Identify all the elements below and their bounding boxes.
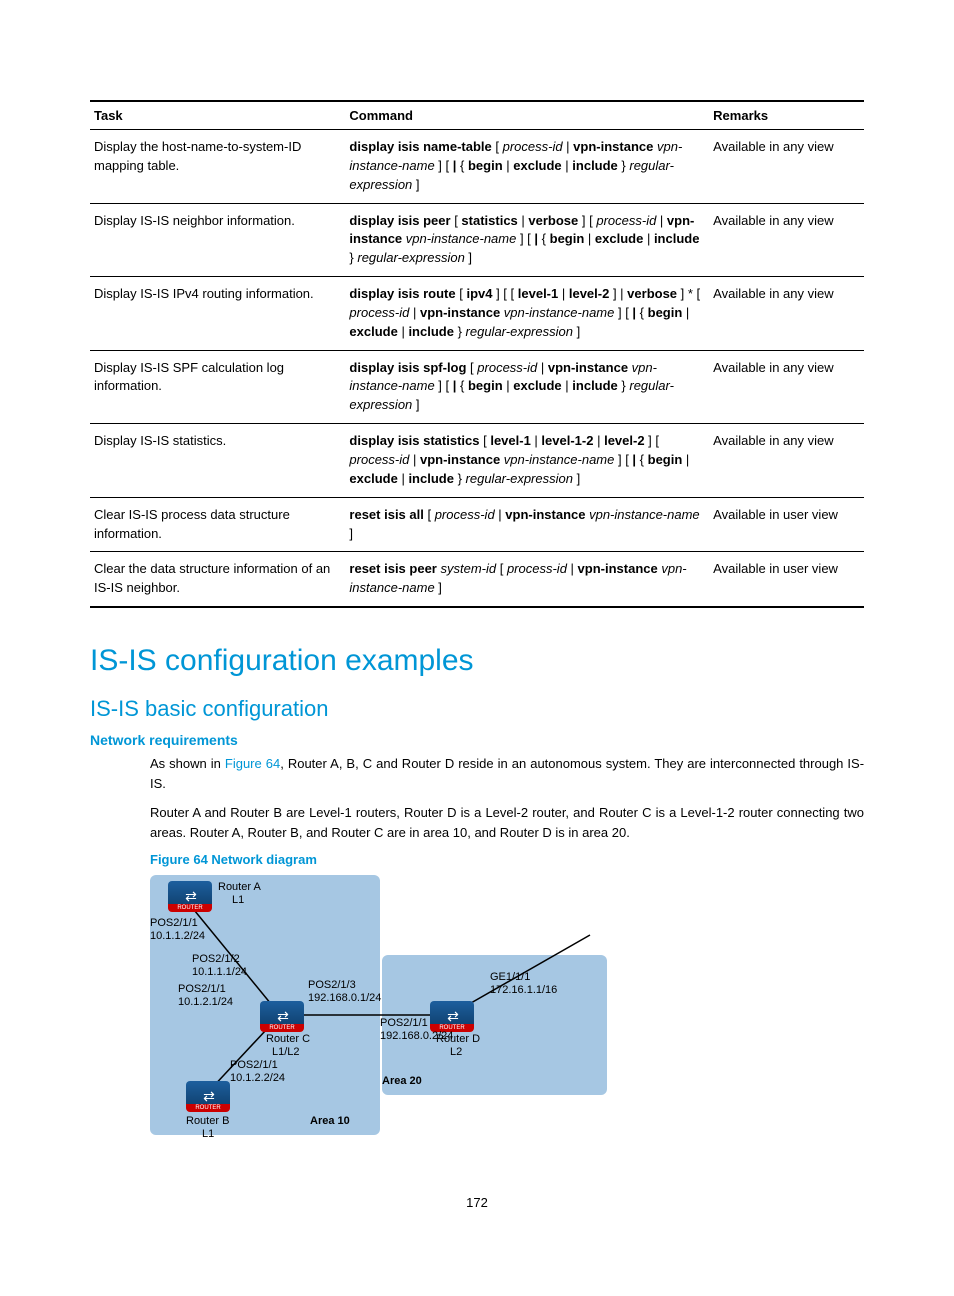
cell-command: display isis statistics [ level-1 | leve… bbox=[345, 424, 709, 498]
th-task: Task bbox=[90, 101, 345, 130]
cell-remarks: Available in user view bbox=[709, 497, 864, 552]
area20-label: Area 20 bbox=[382, 1075, 422, 1088]
command-table: Task Command Remarks Display the host-na… bbox=[90, 100, 864, 608]
if-c2: POS2/1/110.1.2.1/24 bbox=[178, 983, 233, 1008]
cell-remarks: Available in user view bbox=[709, 552, 864, 607]
th-remarks: Remarks bbox=[709, 101, 864, 130]
table-header-row: Task Command Remarks bbox=[90, 101, 864, 130]
router-b-icon: ⇄ROUTER bbox=[186, 1081, 230, 1111]
cell-remarks: Available in any view bbox=[709, 350, 864, 424]
cell-remarks: Available in any view bbox=[709, 130, 864, 204]
if-c3: POS2/1/3192.168.0.1/24 bbox=[308, 979, 381, 1004]
paragraph: Router A and Router B are Level-1 router… bbox=[150, 803, 864, 842]
cell-task: Display IS-IS statistics. bbox=[90, 424, 345, 498]
if-b: POS2/1/110.1.2.2/24 bbox=[230, 1059, 285, 1084]
router-c-label: Router CL1/L2 bbox=[266, 1033, 310, 1058]
page-number: 172 bbox=[90, 1195, 864, 1210]
router-d-label: Router DL2 bbox=[436, 1033, 480, 1058]
router-b-label: Router BL1 bbox=[186, 1115, 229, 1140]
table-row: Display IS-IS neighbor information.displ… bbox=[90, 203, 864, 277]
section-heading: IS-IS configuration examples bbox=[90, 644, 864, 678]
figure-link[interactable]: Figure 64 bbox=[225, 756, 280, 771]
cell-command: reset isis all [ process-id | vpn-instan… bbox=[345, 497, 709, 552]
cell-command: display isis peer [ statistics | verbose… bbox=[345, 203, 709, 277]
network-diagram: ⇄ROUTER Router AL1 POS2/1/110.1.1.2/24 ⇄… bbox=[150, 875, 610, 1145]
cell-command: display isis route [ ipv4 ] [ [ level-1 … bbox=[345, 277, 709, 351]
table-row: Display IS-IS SPF calculation log inform… bbox=[90, 350, 864, 424]
cell-remarks: Available in any view bbox=[709, 277, 864, 351]
cell-task: Display IS-IS IPv4 routing information. bbox=[90, 277, 345, 351]
cell-command: display isis spf-log [ process-id | vpn-… bbox=[345, 350, 709, 424]
table-row: Display IS-IS statistics.display isis st… bbox=[90, 424, 864, 498]
if-a: POS2/1/110.1.1.2/24 bbox=[150, 917, 205, 942]
requirements-heading: Network requirements bbox=[90, 732, 864, 748]
table-row: Display the host-name-to-system-ID mappi… bbox=[90, 130, 864, 204]
if-d2: GE1/1/1172.16.1.1/16 bbox=[490, 971, 557, 996]
cell-task: Display IS-IS SPF calculation log inform… bbox=[90, 350, 345, 424]
cell-task: Clear the data structure information of … bbox=[90, 552, 345, 607]
cell-remarks: Available in any view bbox=[709, 203, 864, 277]
cell-command: reset isis peer system-id [ process-id |… bbox=[345, 552, 709, 607]
router-a-label: Router AL1 bbox=[218, 881, 261, 906]
if-c1: POS2/1/210.1.1.1/24 bbox=[192, 953, 247, 978]
figure-caption: Figure 64 Network diagram bbox=[150, 852, 864, 867]
paragraph: As shown in Figure 64, Router A, B, C an… bbox=[150, 754, 864, 793]
text: As shown in bbox=[150, 756, 225, 771]
cell-task: Display the host-name-to-system-ID mappi… bbox=[90, 130, 345, 204]
subsection-heading: IS-IS basic configuration bbox=[90, 696, 864, 722]
cell-remarks: Available in any view bbox=[709, 424, 864, 498]
router-a-icon: ⇄ROUTER bbox=[168, 881, 212, 911]
cell-command: display isis name-table [ process-id | v… bbox=[345, 130, 709, 204]
cell-task: Display IS-IS neighbor information. bbox=[90, 203, 345, 277]
table-row: Clear IS-IS process data structure infor… bbox=[90, 497, 864, 552]
area10-label: Area 10 bbox=[310, 1115, 350, 1128]
router-c-icon: ⇄ROUTER bbox=[260, 1001, 304, 1031]
table-row: Display IS-IS IPv4 routing information.d… bbox=[90, 277, 864, 351]
cell-task: Clear IS-IS process data structure infor… bbox=[90, 497, 345, 552]
table-row: Clear the data structure information of … bbox=[90, 552, 864, 607]
th-command: Command bbox=[345, 101, 709, 130]
